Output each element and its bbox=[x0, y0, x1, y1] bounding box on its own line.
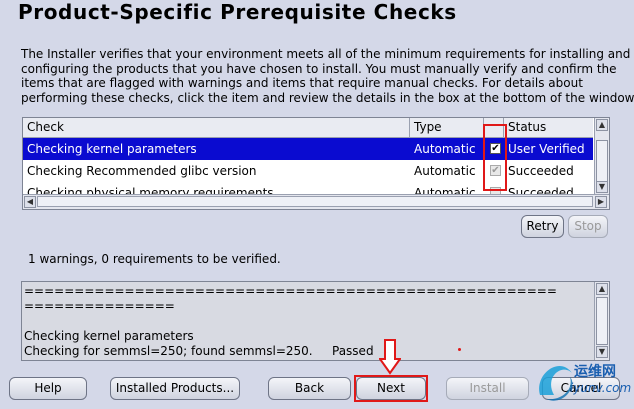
watermark-text-en: iyunv.com bbox=[570, 381, 632, 395]
details-box[interactable]: ========================================… bbox=[21, 281, 610, 361]
separator-line: =============== bbox=[24, 299, 175, 313]
scroll-down-arrow-icon[interactable]: ▼ bbox=[596, 181, 608, 193]
scroll-right-arrow-icon[interactable]: ▶ bbox=[595, 196, 607, 208]
page-title: Product-Specific Prerequisite Checks bbox=[18, 0, 457, 24]
table-row[interactable]: Checking kernel parameters Automatic ✔ U… bbox=[23, 138, 593, 160]
stop-button[interactable]: Stop bbox=[568, 215, 608, 238]
description: The Installer verifies that your environ… bbox=[21, 47, 634, 105]
check-status: User Verified bbox=[508, 142, 585, 156]
check-name: Checking kernel parameters bbox=[27, 142, 197, 156]
column-header-status[interactable]: Status bbox=[504, 118, 593, 137]
checks-table: Check Type Status Checking kernel parame… bbox=[22, 117, 610, 210]
table-horizontal-scrollbar[interactable]: ◀ ▶ bbox=[23, 194, 609, 209]
check-type: Automatic bbox=[414, 164, 476, 178]
detail-line: Checking for semmsl=250; found semmsl=25… bbox=[24, 344, 313, 358]
scroll-left-arrow-icon[interactable]: ◀ bbox=[24, 196, 36, 208]
back-button[interactable]: Back bbox=[268, 377, 351, 400]
detail-line: Checking kernel parameters bbox=[24, 329, 194, 343]
down-arrow-icon bbox=[379, 339, 401, 375]
help-button[interactable]: Help bbox=[9, 377, 87, 400]
table-row[interactable]: Checking Recommended glibc version Autom… bbox=[23, 160, 593, 182]
red-marker bbox=[458, 348, 461, 351]
check-status: Succeeded bbox=[508, 164, 574, 178]
table-vertical-scrollbar[interactable]: ▲ ▼ bbox=[594, 118, 609, 194]
detail-status: Passed bbox=[332, 344, 374, 358]
details-vertical-scrollbar[interactable]: ▲ ▼ bbox=[594, 282, 609, 360]
scroll-thumb[interactable] bbox=[596, 297, 608, 345]
retry-button[interactable]: Retry bbox=[521, 215, 564, 238]
verification-summary: 1 warnings, 0 requirements to be verifie… bbox=[28, 252, 281, 266]
description-line: items that are flagged with warnings and… bbox=[21, 76, 583, 91]
highlight-box bbox=[354, 375, 428, 402]
check-type: Automatic bbox=[414, 142, 476, 156]
scroll-up-arrow-icon[interactable]: ▲ bbox=[596, 283, 608, 295]
column-header-check[interactable]: Check bbox=[23, 118, 410, 137]
scroll-thumb[interactable] bbox=[596, 140, 608, 182]
column-header-type[interactable]: Type bbox=[410, 118, 484, 137]
description-line: configuring the products that you have c… bbox=[21, 61, 617, 76]
highlight-box bbox=[483, 124, 507, 191]
watermark-logo: 运维网 iyunv.com bbox=[534, 355, 634, 405]
scroll-up-arrow-icon[interactable]: ▲ bbox=[596, 119, 608, 131]
installed-products-button[interactable]: Installed Products... bbox=[110, 377, 240, 400]
watermark-text-cn: 运维网 bbox=[574, 364, 616, 380]
separator-line: ========================================… bbox=[24, 284, 557, 298]
install-button[interactable]: Install bbox=[446, 377, 529, 400]
check-name: Checking Recommended glibc version bbox=[27, 164, 257, 178]
description-line: performing these checks, click the item … bbox=[21, 90, 634, 105]
description-line: The Installer verifies that your environ… bbox=[21, 47, 631, 61]
scroll-thumb[interactable] bbox=[37, 196, 593, 207]
table-header: Check Type Status bbox=[23, 118, 593, 138]
